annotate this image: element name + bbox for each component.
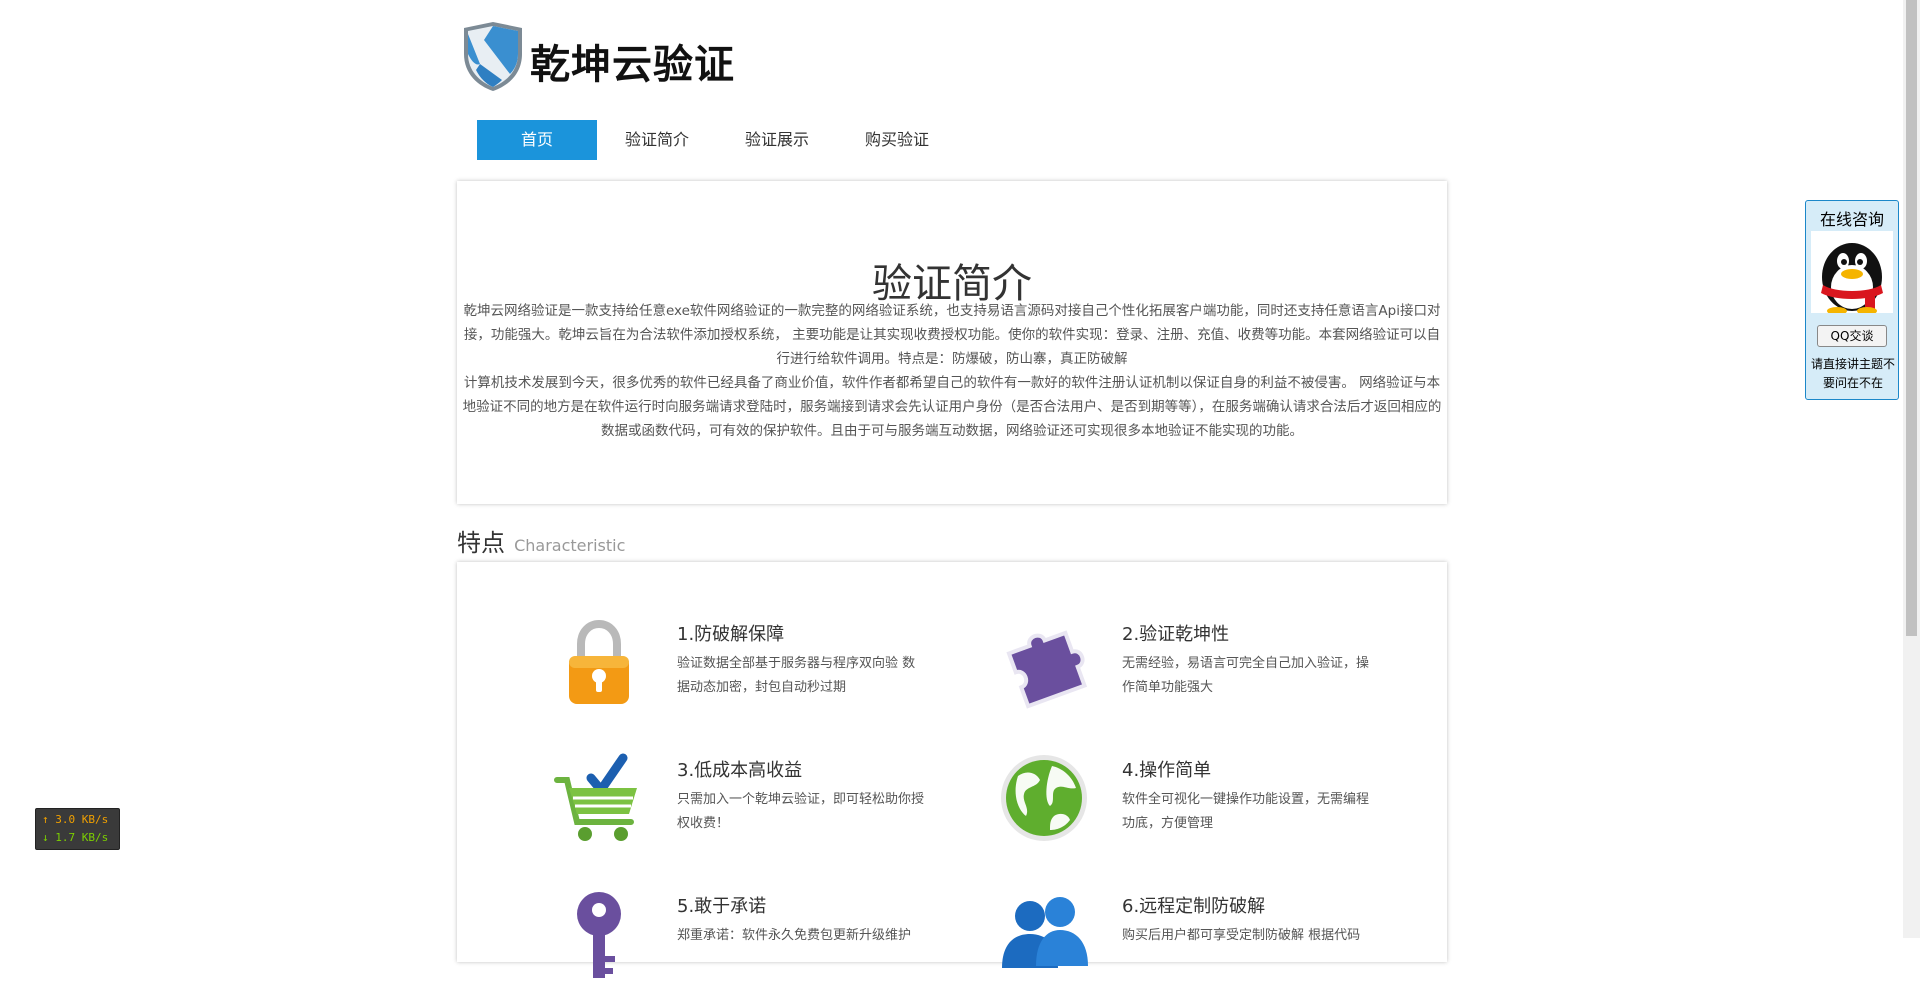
intro-panel: 验证简介 乾坤云网络验证是一款支持给任意exe软件网络验证的一款完整的网络验证系…: [457, 181, 1447, 504]
consult-note: 请直接讲主题不要问在不在: [1810, 357, 1895, 390]
features-heading-cn: 特点: [457, 529, 505, 557]
cart-icon: [554, 753, 637, 841]
feature-desc: 验证数据全部基于服务器与程序双向验 数据动态加密，封包自动秒过期: [677, 656, 916, 695]
feature-item: 6.远程定制防破解 购买后用户都可享受定制防破解 根据代码: [996, 886, 1396, 996]
feature-item: 3.低成本高收益 只需加入一个乾坤云验证，即可轻松助你授权收费！: [551, 750, 951, 860]
feature-title: 2.验证乾坤性: [1122, 624, 1230, 645]
globe-icon: [1001, 755, 1087, 841]
download-speed: ↓ 1.7 KB/s: [42, 831, 109, 844]
intro-body: 乾坤云网络验证是一款支持给任意exe软件网络验证的一款完整的网络验证系统，也支持…: [460, 299, 1444, 443]
feature-item: 1.防破解保障 验证数据全部基于服务器与程序双向验 数据动态加密，封包自动秒过期: [551, 614, 951, 724]
qq-chat-button[interactable]: QQ交谈: [1817, 325, 1887, 347]
qq-penguin-icon: [1821, 243, 1883, 313]
main-nav: 首页 验证简介 验证展示 购买验证: [477, 120, 957, 160]
feature-title: 4.操作简单: [1122, 760, 1212, 781]
puzzle-icon: [1006, 630, 1088, 709]
nav-item-home[interactable]: 首页: [477, 120, 597, 160]
online-consult-widget: 在线咨询 QQ交谈 请直接讲主题不要问在不在: [1805, 200, 1899, 400]
features-heading: 特点 Characteristic: [457, 523, 625, 557]
feature-title: 1.防破解保障: [677, 624, 785, 645]
feature-title: 3.低成本高收益: [677, 760, 803, 781]
consult-title: 在线咨询: [1819, 210, 1884, 229]
users-icon: [1002, 897, 1088, 968]
nav-item-intro[interactable]: 验证简介: [597, 120, 717, 160]
nav-item-showcase[interactable]: 验证展示: [717, 120, 837, 160]
scrollbar-thumb[interactable]: [1906, 0, 1917, 636]
feature-item: 4.操作简单 软件全可视化一键操作功能设置，无需编程功底，方便管理: [996, 750, 1396, 860]
features-heading-en: Characteristic: [514, 536, 626, 555]
key-icon: [577, 892, 621, 978]
feature-item: 5.敢于承诺 郑重承诺：软件永久免费包更新升级维护: [551, 886, 951, 996]
feature-title: 5.敢于承诺: [677, 896, 767, 917]
feature-desc: 只需加入一个乾坤云验证，即可轻松助你授权收费！: [677, 792, 925, 831]
intro-paragraph-2: 计算机技术发展到今天，很多优秀的软件已经具备了商业价值，软件作者都希望自己的软件…: [462, 375, 1442, 439]
features-panel: 1.防破解保障 验证数据全部基于服务器与程序双向验 数据动态加密，封包自动秒过期…: [457, 562, 1447, 978]
feature-desc: 购买后用户都可享受定制防破解 根据代码: [1122, 928, 1361, 943]
upload-speed: ↑ 3.0 KB/s: [42, 813, 109, 826]
site-logo[interactable]: 乾坤云验证: [457, 20, 757, 95]
lock-icon: [569, 619, 629, 704]
feature-desc: 无需经验，易语言可完全自己加入验证，操作简单功能强大: [1122, 656, 1370, 695]
feature-item: 2.验证乾坤性 无需经验，易语言可完全自己加入验证，操作简单功能强大: [996, 614, 1396, 724]
feature-desc: 郑重承诺：软件永久免费包更新升级维护: [677, 928, 912, 943]
net-speed-indicator[interactable]: ↑ 3.0 KB/s ↓ 1.7 KB/s: [35, 808, 120, 850]
nav-item-buy[interactable]: 购买验证: [837, 120, 957, 160]
feature-desc: 软件全可视化一键操作功能设置，无需编程功底，方便管理: [1122, 792, 1370, 831]
feature-title: 6.远程定制防破解: [1122, 896, 1266, 917]
qq-penguin-avatar[interactable]: [1811, 231, 1893, 313]
intro-paragraph-1: 乾坤云网络验证是一款支持给任意exe软件网络验证的一款完整的网络验证系统，也支持…: [463, 303, 1441, 367]
logo-text: 乾坤云验证: [530, 41, 735, 88]
shield-logo-icon: [464, 22, 522, 91]
